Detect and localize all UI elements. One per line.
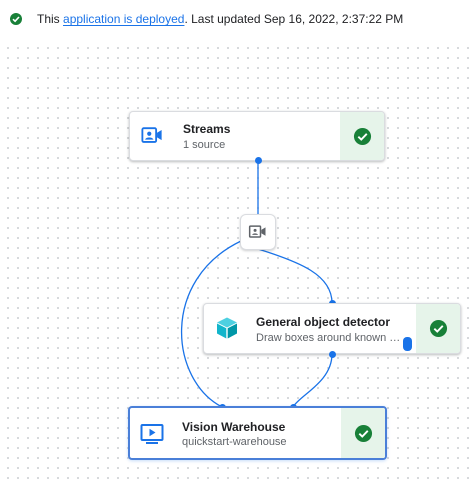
- streams-subtitle: 1 source: [183, 139, 226, 151]
- streams-status: [340, 112, 384, 160]
- streams-output-port[interactable]: [255, 157, 262, 164]
- streams-node[interactable]: Streams 1 source: [129, 111, 385, 161]
- detector-title: General object detector: [256, 315, 391, 329]
- check-circle-icon: [354, 424, 372, 442]
- play-screen-icon: [140, 424, 164, 444]
- resize-handle[interactable]: [403, 337, 412, 351]
- warehouse-subtitle: quickstart-warehouse: [182, 436, 287, 448]
- detector-subtitle: Draw boxes around known obj...: [256, 332, 406, 344]
- video-camera-icon: [141, 127, 162, 143]
- status-text: This application is deployed. Last updat…: [37, 12, 403, 26]
- status-prefix: This: [37, 12, 60, 26]
- status-suffix: . Last updated Sep 16, 2022, 2:37:22 PM: [184, 12, 404, 26]
- warehouse-status: [341, 408, 385, 458]
- object-detector-node[interactable]: General object detector Draw boxes aroun…: [203, 303, 461, 354]
- deployment-status-bar: This application is deployed. Last updat…: [0, 0, 475, 38]
- check-circle-icon: [353, 127, 371, 145]
- cube-icon: [217, 317, 237, 339]
- streams-title: Streams: [183, 122, 231, 136]
- detector-output-port[interactable]: [329, 351, 336, 358]
- detector-status: [416, 304, 460, 353]
- video-feed-icon: [248, 225, 266, 238]
- vision-warehouse-node[interactable]: Vision Warehouse quickstart-warehouse: [128, 406, 387, 460]
- check-circle-icon: [429, 319, 447, 338]
- warehouse-title: Vision Warehouse: [182, 420, 286, 434]
- stream-connector-node[interactable]: [240, 214, 276, 250]
- check-circle-icon: [10, 13, 22, 25]
- deployed-link[interactable]: application is deployed: [63, 12, 184, 26]
